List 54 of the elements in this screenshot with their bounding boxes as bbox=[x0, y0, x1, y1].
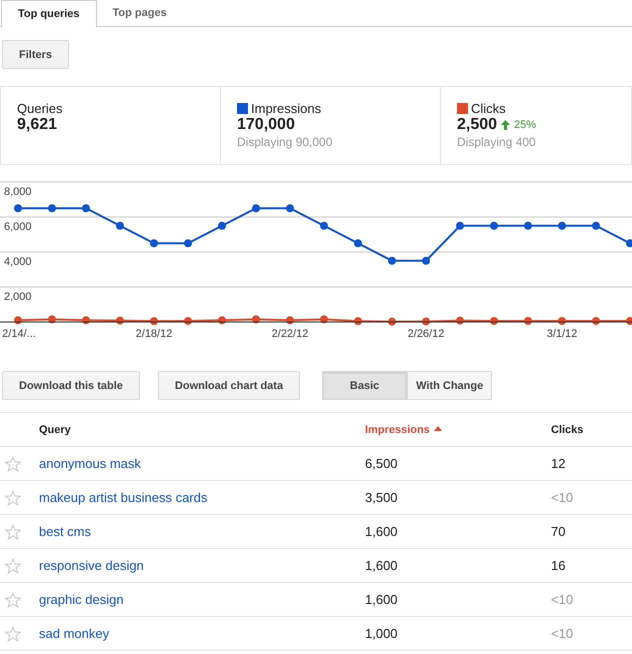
metric-label: Impressions bbox=[251, 101, 322, 116]
change-percent: 25% bbox=[514, 119, 536, 131]
query-link[interactable]: responsive design bbox=[39, 558, 144, 573]
metric-value: 9,621 bbox=[17, 116, 58, 134]
view-toggle-button[interactable]: With Change bbox=[407, 371, 492, 400]
y-axis-label: 2,000 bbox=[4, 291, 32, 303]
clicks-cell: <10 bbox=[551, 490, 574, 505]
query-link[interactable]: graphic design bbox=[39, 592, 124, 607]
column-header[interactable]: Query bbox=[39, 424, 71, 436]
column-header[interactable]: Clicks bbox=[551, 424, 584, 436]
impressions-cell: 1,600 bbox=[365, 524, 398, 539]
download-button[interactable]: Download chart data bbox=[158, 371, 300, 400]
x-axis-label: 3/1/12 bbox=[546, 328, 578, 340]
impressions-cell: 6,500 bbox=[365, 456, 398, 471]
download-button[interactable]: Download this table bbox=[2, 371, 140, 400]
star-icon[interactable] bbox=[5, 456, 21, 472]
x-axis-label: 2/14/... bbox=[2, 328, 36, 340]
impressions-cell: 3,500 bbox=[365, 490, 398, 505]
tab[interactable]: Top pages bbox=[96, 0, 183, 26]
tab[interactable]: Top queries bbox=[1, 0, 97, 28]
metric-label: Clicks bbox=[471, 101, 506, 116]
column-header[interactable]: Impressions bbox=[365, 424, 442, 436]
star-icon[interactable] bbox=[5, 592, 21, 608]
query-link[interactable]: makeup artist business cards bbox=[39, 490, 208, 505]
view-toggle-button[interactable]: Basic bbox=[322, 371, 408, 400]
star-icon[interactable] bbox=[5, 626, 21, 642]
query-link[interactable]: best cms bbox=[39, 524, 92, 539]
star-icon[interactable] bbox=[5, 524, 21, 540]
impressions-cell: 1,600 bbox=[365, 592, 398, 607]
star-icon[interactable] bbox=[5, 490, 21, 506]
clicks-cell: <10 bbox=[551, 592, 574, 607]
impressions-cell: 1,600 bbox=[365, 558, 398, 573]
x-axis-label: 2/18/12 bbox=[136, 328, 172, 340]
y-axis-label: 4,000 bbox=[4, 256, 32, 268]
star-icon[interactable] bbox=[5, 558, 21, 574]
clicks-cell: 12 bbox=[551, 456, 566, 471]
sort-caret-icon bbox=[434, 426, 442, 430]
metric-label: Queries bbox=[17, 101, 63, 116]
x-axis-label: 2/22/12 bbox=[272, 328, 308, 340]
metric-subtext: Displaying 400 bbox=[457, 135, 537, 149]
query-link[interactable]: sad monkey bbox=[39, 626, 110, 641]
metric-value: 2,500 bbox=[457, 116, 498, 134]
y-axis-label: 8,000 bbox=[4, 186, 32, 198]
metric-subtext: Displaying 90,000 bbox=[237, 135, 334, 149]
clicks-cell: 16 bbox=[551, 558, 566, 573]
clicks-cell: 70 bbox=[551, 524, 566, 539]
y-axis-label: 6,000 bbox=[4, 221, 32, 233]
clicks-cell: <10 bbox=[551, 626, 574, 641]
up-arrow-icon bbox=[501, 120, 510, 130]
query-link[interactable]: anonymous mask bbox=[39, 456, 141, 471]
x-axis-label: 2/26/12 bbox=[408, 328, 444, 340]
metric-value: 170,000 bbox=[237, 116, 295, 134]
impressions-cell: 1,000 bbox=[365, 626, 398, 641]
filters-button[interactable]: Filters bbox=[2, 40, 70, 69]
